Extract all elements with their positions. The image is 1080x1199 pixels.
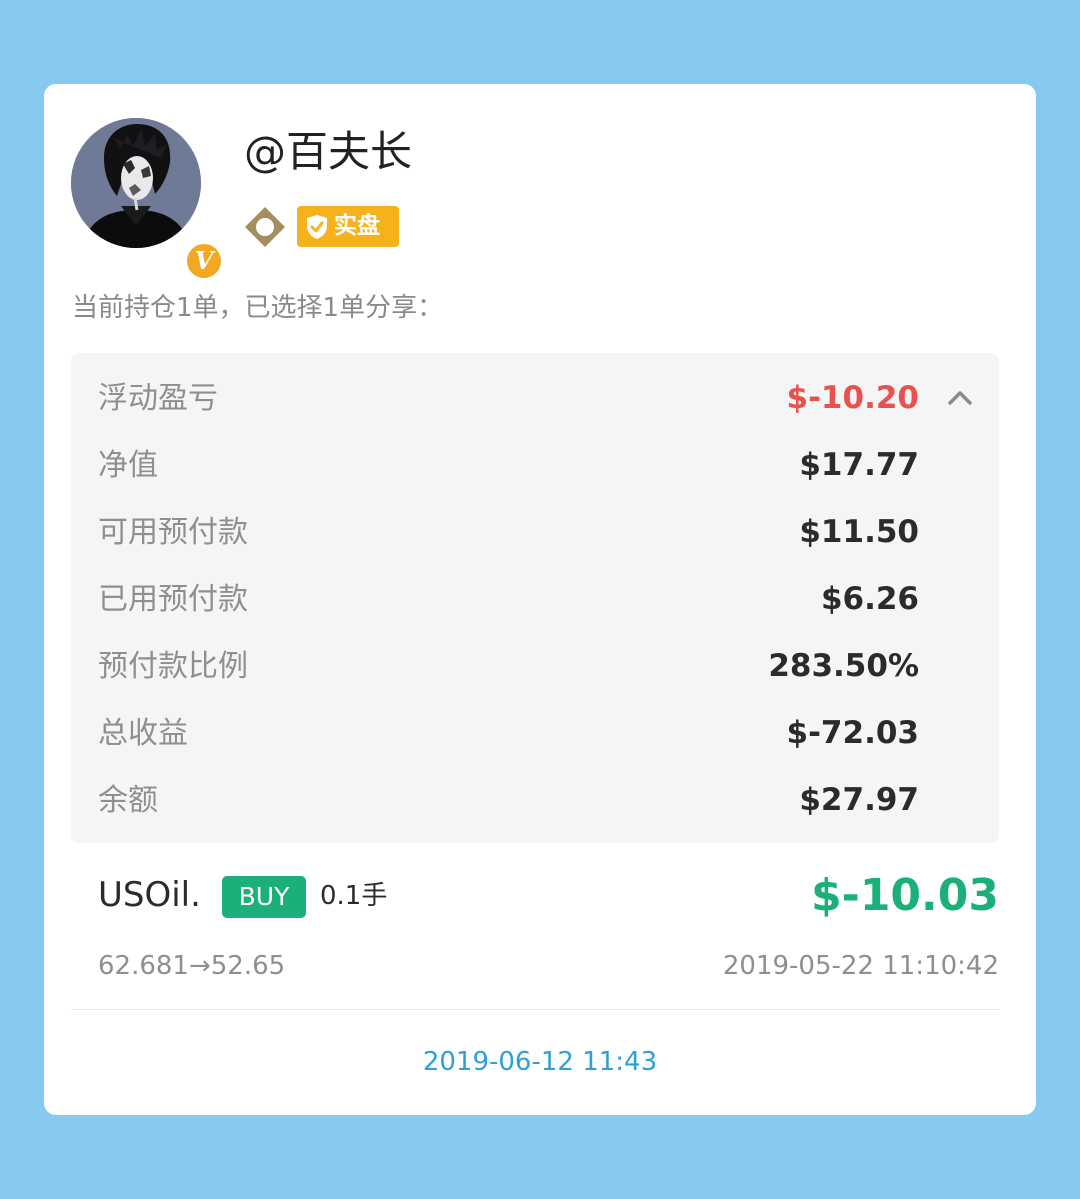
account-stats-panel: 浮动盈亏 $-10.20 净值 $17.77 可用预付款 $11.50 已用预付… <box>71 353 999 843</box>
stat-label: 可用预付款 <box>98 515 248 550</box>
order-side-badge: BUY <box>222 876 306 918</box>
order-open-time: 2019-05-22 11:10:42 <box>722 951 999 981</box>
order-symbol: USOil. <box>98 875 201 915</box>
stat-value: $-72.03 <box>786 715 920 751</box>
shield-check-icon <box>307 215 327 239</box>
diamond-level-icon <box>244 206 286 248</box>
stat-label: 总收益 <box>98 716 188 751</box>
order-pnl: $-10.03 <box>810 870 999 921</box>
order-lots: 0.1手 <box>320 881 388 911</box>
divider <box>71 1009 999 1010</box>
stat-label: 预付款比例 <box>98 649 248 684</box>
stat-value: 283.50% <box>768 648 919 684</box>
stat-row-equity: 净值 $17.77 <box>71 432 999 499</box>
stat-row-margin-level: 预付款比例 283.50% <box>71 633 999 700</box>
account-type-badge: 实盘 <box>297 206 399 247</box>
stat-value: $-10.20 <box>786 380 920 416</box>
stat-value: $11.50 <box>799 514 919 550</box>
stat-row-total-profit: 总收益 $-72.03 <box>71 700 999 767</box>
stat-label: 浮动盈亏 <box>98 381 218 416</box>
user-avatar-image <box>71 118 201 248</box>
stat-value: $6.26 <box>820 581 919 617</box>
share-card: V @百夫长 实盘 当前持仓1单，已选择1单分享： 浮动盈亏 $-10.20 净… <box>44 84 1036 1115</box>
verified-icon: V <box>184 241 224 281</box>
share-date: 2019-06-12 11:43 <box>422 1047 658 1077</box>
account-type-label: 实盘 <box>334 213 380 239</box>
holding-summary: 当前持仓1单，已选择1单分享： <box>72 293 444 323</box>
stat-row-balance: 余额 $27.97 <box>71 767 999 834</box>
avatar[interactable]: V <box>71 118 224 281</box>
chevron-up-icon[interactable] <box>945 383 975 413</box>
stat-value: $17.77 <box>799 447 919 483</box>
stat-label: 已用预付款 <box>98 582 248 617</box>
stat-label: 净值 <box>98 448 158 483</box>
stat-row-free-margin: 可用预付款 $11.50 <box>71 499 999 566</box>
order-price-change: 62.681→52.65 <box>98 951 286 981</box>
stat-row-floating-pnl[interactable]: 浮动盈亏 $-10.20 <box>71 365 999 432</box>
stat-row-used-margin: 已用预付款 $6.26 <box>71 566 999 633</box>
username: @百夫长 <box>244 127 413 176</box>
stat-value: $27.97 <box>799 782 919 818</box>
stat-label: 余额 <box>98 783 158 818</box>
verified-v-mark: V <box>187 244 221 278</box>
